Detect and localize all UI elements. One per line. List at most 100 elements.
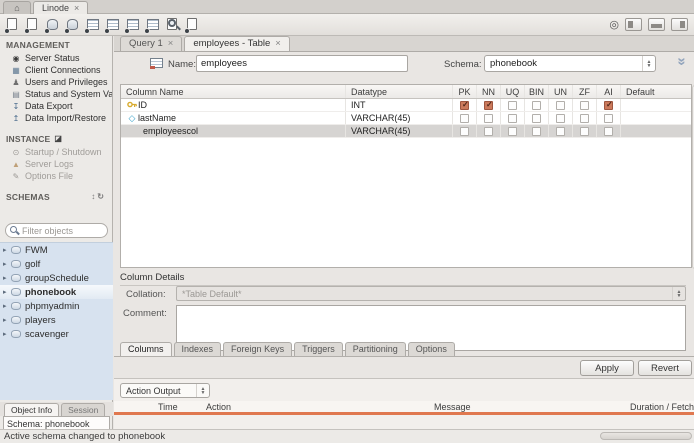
collapse-header-icon[interactable]: »: [673, 57, 690, 65]
expander-icon[interactable]: ▸: [3, 316, 11, 324]
column-row-lastname[interactable]: ◇ lastName VARCHAR(45): [121, 112, 691, 125]
output-header-time[interactable]: Time: [158, 402, 206, 412]
col-header-pk[interactable]: PK: [453, 85, 477, 98]
revert-button[interactable]: Revert: [638, 360, 692, 376]
schema-item-scavenger[interactable]: ▸ scavenger: [0, 327, 113, 341]
uq-checkbox[interactable]: [508, 100, 517, 110]
close-icon[interactable]: ×: [74, 3, 79, 13]
stepper-icon[interactable]: ▲ ▼: [642, 56, 655, 71]
reconnect-dbms-icon[interactable]: [183, 16, 202, 34]
tab-triggers[interactable]: Triggers: [294, 342, 343, 356]
pk-checkbox[interactable]: [460, 113, 469, 123]
schema-item-golf[interactable]: ▸ golf: [0, 257, 113, 271]
expander-icon[interactable]: ▸: [3, 246, 11, 254]
stepper-icon[interactable]: ▲ ▼: [196, 384, 209, 397]
col-header-un[interactable]: UN: [549, 85, 573, 98]
right-panel-toggle-icon[interactable]: [671, 18, 688, 31]
column-default[interactable]: [621, 112, 691, 124]
ai-checkbox[interactable]: [604, 126, 613, 136]
output-header-message[interactable]: Message: [434, 402, 624, 412]
open-sql-script-icon[interactable]: [23, 16, 42, 34]
output-header-action[interactable]: Action: [206, 402, 434, 412]
col-header-bin[interactable]: BIN: [525, 85, 549, 98]
schema-item-groupschedule[interactable]: ▸ groupSchedule: [0, 271, 113, 285]
schema-item-fwm[interactable]: ▸ FWM: [0, 243, 113, 257]
column-row-employeescol[interactable]: employeescol VARCHAR(45): [121, 125, 691, 138]
zf-checkbox[interactable]: [580, 113, 589, 123]
expander-icon[interactable]: ▸: [3, 260, 11, 268]
sidebar-item-server-status[interactable]: ◉ Server Status: [0, 52, 112, 64]
tab-foreign-keys[interactable]: Foreign Keys: [223, 342, 293, 356]
bin-checkbox[interactable]: [532, 100, 541, 110]
nn-checkbox[interactable]: [484, 126, 493, 136]
ai-checkbox[interactable]: [604, 100, 613, 110]
zf-checkbox[interactable]: [580, 100, 589, 110]
tab-partitioning[interactable]: Partitioning: [344, 342, 406, 356]
un-checkbox[interactable]: [556, 126, 565, 136]
sidebar-item-data-import[interactable]: ↥ Data Import/Restore: [0, 112, 112, 124]
col-header-datatype[interactable]: Datatype: [346, 85, 453, 98]
sidebar-item-system-variables[interactable]: ▤ Status and System Variables: [0, 88, 112, 100]
sidebar-item-data-export[interactable]: ↧ Data Export: [0, 100, 112, 112]
col-header-uq[interactable]: UQ: [501, 85, 525, 98]
sidebar-item-users-privileges[interactable]: ♟ Users and Privileges: [0, 76, 112, 88]
col-header-ai[interactable]: AI: [597, 85, 621, 98]
alter-schema-icon[interactable]: [63, 16, 82, 34]
un-checkbox[interactable]: [556, 113, 565, 123]
schema-filter-input[interactable]: [22, 225, 102, 236]
refresh-icon[interactable]: ↻: [97, 192, 106, 201]
col-header-default[interactable]: Default: [621, 85, 691, 98]
column-row-id[interactable]: ID INT: [121, 99, 691, 112]
bin-checkbox[interactable]: [532, 126, 541, 136]
table-name-input[interactable]: [196, 55, 408, 72]
column-default[interactable]: [621, 125, 691, 137]
nn-checkbox[interactable]: [484, 100, 493, 110]
sidebar-item-startup-shutdown[interactable]: ⊙ Startup / Shutdown: [0, 146, 112, 158]
column-default[interactable]: [621, 99, 691, 111]
close-icon[interactable]: ×: [275, 38, 281, 49]
expander-icon[interactable]: ▸: [3, 288, 11, 296]
tab-columns[interactable]: Columns: [120, 342, 172, 356]
tab-employees-table[interactable]: employees - Table ×: [184, 36, 290, 51]
bottom-panel-toggle-icon[interactable]: [648, 18, 665, 31]
sidebar-item-server-logs[interactable]: ▲ Server Logs: [0, 158, 112, 170]
no-sidebar-icon[interactable]: ◎: [609, 18, 619, 31]
expander-icon[interactable]: ▸: [3, 330, 11, 338]
uq-checkbox[interactable]: [508, 113, 517, 123]
create-schema-icon[interactable]: [43, 16, 62, 34]
stepper-icon[interactable]: ▲ ▼: [672, 287, 685, 300]
collation-select[interactable]: *Table Default* ▲ ▼: [176, 286, 686, 301]
create-function-icon[interactable]: [143, 16, 162, 34]
schema-item-phpmyadmin[interactable]: ▸ phpmyadmin: [0, 299, 113, 313]
close-icon[interactable]: ×: [168, 38, 174, 49]
ai-checkbox[interactable]: [604, 113, 613, 123]
apply-button[interactable]: Apply: [580, 360, 634, 376]
create-view-icon[interactable]: [103, 16, 122, 34]
schema-item-phonebook[interactable]: ▸ phonebook: [0, 285, 113, 299]
expander-icon[interactable]: ▸: [3, 274, 11, 282]
bin-checkbox[interactable]: [532, 113, 541, 123]
left-panel-toggle-icon[interactable]: [625, 18, 642, 31]
expander-icon[interactable]: ▸: [3, 302, 11, 310]
uq-checkbox[interactable]: [508, 126, 517, 136]
pk-checkbox[interactable]: [460, 126, 469, 136]
tab-session[interactable]: Session: [61, 403, 106, 416]
schema-select[interactable]: phonebook ▲ ▼: [484, 55, 656, 72]
create-table-icon[interactable]: [83, 16, 102, 34]
col-header-nn[interactable]: NN: [477, 85, 501, 98]
tab-indexes[interactable]: Indexes: [173, 342, 222, 356]
search-table-data-icon[interactable]: [163, 16, 182, 34]
horizontal-scrollbar[interactable]: [600, 432, 692, 440]
tab-query-1[interactable]: Query 1 ×: [120, 36, 183, 51]
home-tab[interactable]: ⌂: [3, 1, 31, 14]
new-query-tab-icon[interactable]: [3, 16, 22, 34]
un-checkbox[interactable]: [556, 100, 565, 110]
tab-object-info[interactable]: Object Info: [4, 403, 60, 416]
connection-tab-linode[interactable]: Linode ×: [33, 1, 89, 14]
pk-checkbox[interactable]: [460, 100, 469, 110]
output-selector[interactable]: Action Output ▲ ▼: [120, 383, 210, 398]
col-header-name[interactable]: Column Name: [121, 85, 346, 98]
create-procedure-icon[interactable]: [123, 16, 142, 34]
schema-item-players[interactable]: ▸ players: [0, 313, 113, 327]
zf-checkbox[interactable]: [580, 126, 589, 136]
